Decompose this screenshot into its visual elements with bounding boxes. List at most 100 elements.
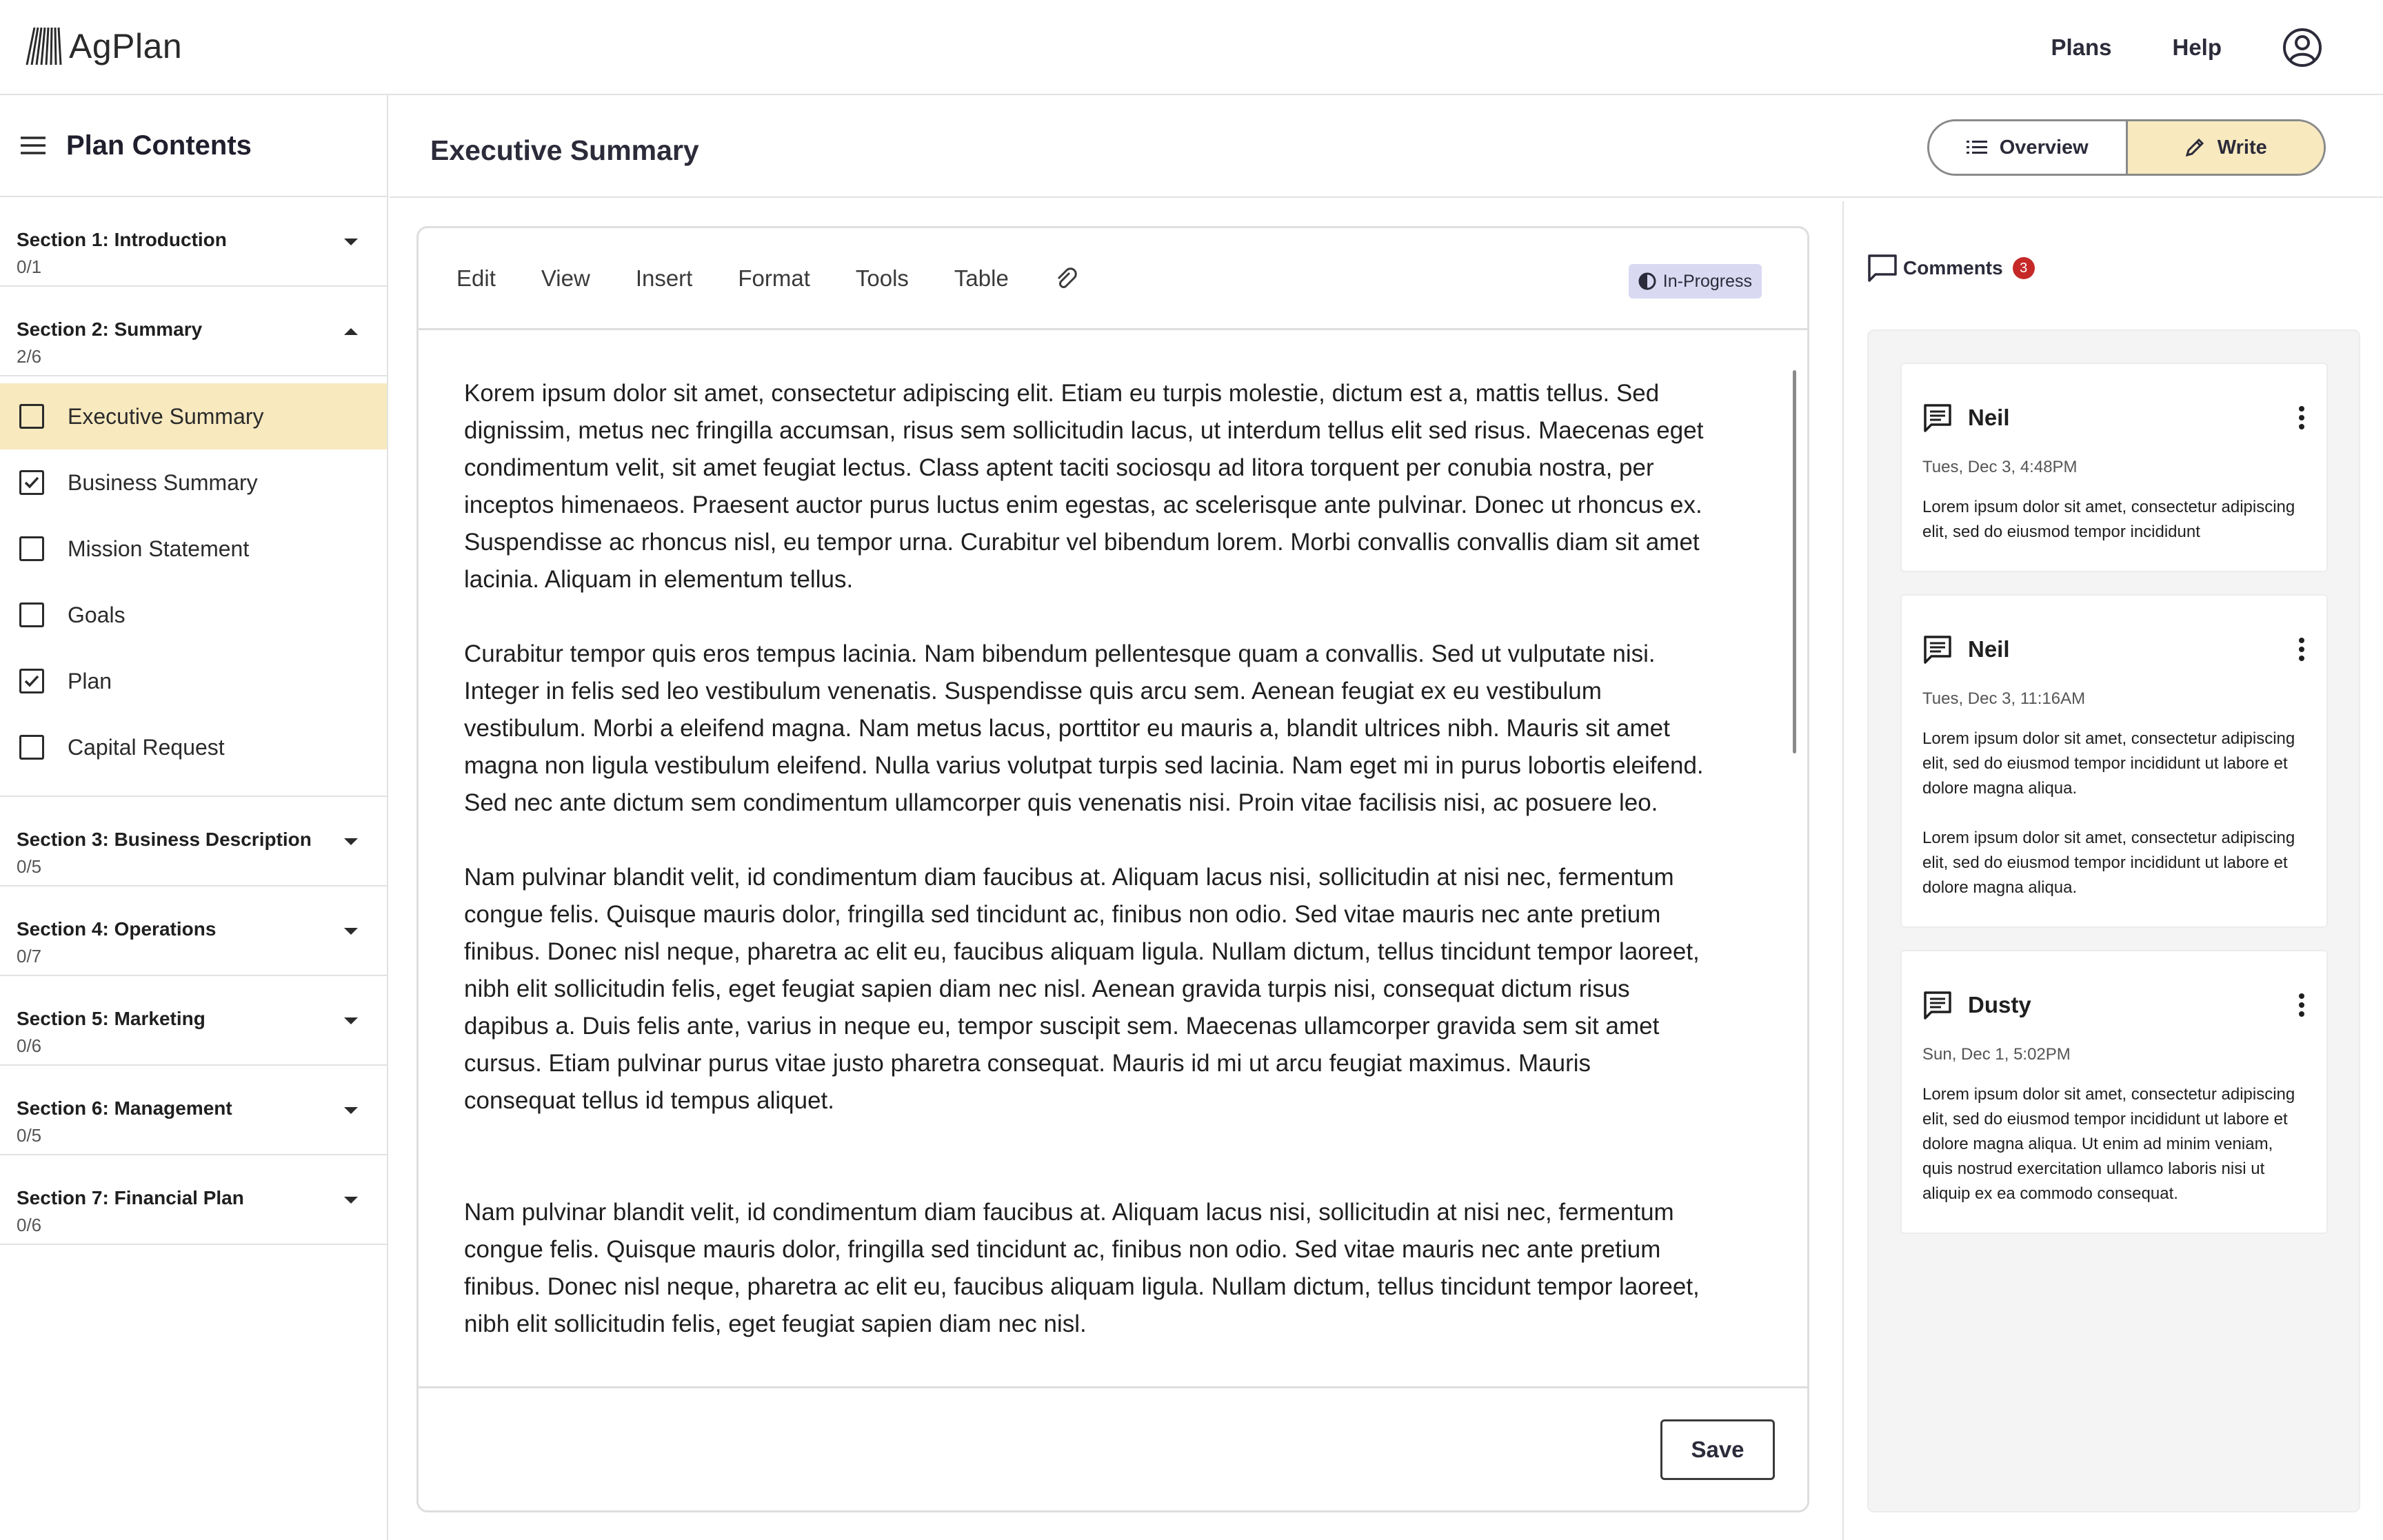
- section-financial-plan[interactable]: Section 7: Financial Plan 0/6: [0, 1155, 387, 1245]
- nav-plans-link[interactable]: Plans: [2051, 34, 2111, 61]
- caret-down-icon[interactable]: [343, 237, 359, 247]
- section-progress: 2/6: [17, 346, 42, 367]
- subitem-label: Executive Summary: [68, 403, 264, 429]
- comment-timestamp: Tues, Dec 3, 4:48PM: [1922, 458, 2078, 476]
- caret-down-icon[interactable]: [343, 1016, 359, 1026]
- editor-paragraph: Korem ipsum dolor sit amet, consectetur …: [464, 380, 1704, 593]
- editor-paragraph: Curabitur tempor quis eros tempus lacini…: [464, 640, 1704, 816]
- half-circle-icon: [1638, 272, 1656, 290]
- comment-author: Neil: [1968, 405, 2010, 430]
- app-logo[interactable]: AgPlan: [25, 26, 182, 66]
- nav-help-link[interactable]: Help: [2172, 34, 2222, 61]
- comment-author: Neil: [1968, 636, 2010, 662]
- caret-down-icon[interactable]: [343, 1106, 359, 1115]
- comment-text: Lorem ipsum dolor sit amet, consectetur …: [1922, 829, 2295, 897]
- comment-text: Lorem ipsum dolor sit amet, consectetur …: [1922, 729, 2295, 798]
- section-management[interactable]: Section 6: Management 0/5: [0, 1066, 387, 1155]
- top-nav: Plans Help: [2051, 0, 2383, 95]
- editor-footer: Save: [419, 1386, 1807, 1510]
- section-title: Section 3: Business Description: [17, 829, 312, 850]
- subitem-label: Capital Request: [68, 734, 225, 760]
- editor-paragraph: Nam pulvinar blandit velit, id condiment…: [464, 1199, 1700, 1337]
- menu-edit[interactable]: Edit: [456, 265, 496, 292]
- sidebar-header: Plan Contents: [0, 95, 387, 197]
- menu-insert[interactable]: Insert: [636, 265, 693, 292]
- checkbox-unchecked[interactable]: [19, 602, 44, 627]
- save-button[interactable]: Save: [1660, 1419, 1775, 1480]
- comment-card[interactable]: Neil Tues, Dec 3, 4:48PM Lorem ipsum dol…: [1900, 363, 2328, 572]
- checkbox-unchecked[interactable]: [19, 536, 44, 561]
- section-business-description[interactable]: Section 3: Business Description 0/5: [0, 797, 387, 886]
- section-introduction[interactable]: Section 1: Introduction 0/1: [0, 197, 387, 287]
- section-progress: 0/1: [17, 256, 42, 277]
- summary-subitems: Executive Summary Business Summary Missi…: [0, 376, 387, 797]
- caret-up-icon[interactable]: [343, 327, 359, 336]
- section-title: Section 1: Introduction: [17, 229, 227, 250]
- section-title: Section 2: Summary: [17, 318, 203, 340]
- comment-card[interactable]: Neil Tues, Dec 3, 11:16AM Lorem ipsum do…: [1900, 594, 2328, 928]
- editor-panel: Edit View Insert Format Tools Table In-P…: [416, 226, 1809, 1512]
- section-marketing[interactable]: Section 5: Marketing 0/6: [0, 976, 387, 1066]
- editor-text-area[interactable]: Korem ipsum dolor sit amet, consectetur …: [419, 332, 1807, 1390]
- section-summary[interactable]: Section 2: Summary 2/6: [0, 287, 387, 376]
- more-vertical-icon[interactable]: [2297, 405, 2306, 430]
- editor-scrollbar[interactable]: [1793, 370, 1796, 753]
- agplan-logo-icon: [26, 27, 62, 65]
- menu-format[interactable]: Format: [738, 265, 810, 292]
- more-vertical-icon[interactable]: [2297, 637, 2306, 662]
- status-label: In-Progress: [1662, 271, 1752, 291]
- user-circle-icon[interactable]: [2282, 28, 2322, 68]
- section-title: Section 4: Operations: [17, 918, 217, 940]
- subitem-label: Goals: [68, 602, 125, 627]
- caret-down-icon[interactable]: [343, 926, 359, 936]
- paperclip-icon[interactable]: [1054, 267, 1078, 290]
- checkbox-unchecked[interactable]: [19, 404, 44, 429]
- checkbox-unchecked[interactable]: [19, 735, 44, 760]
- header-divider: [390, 196, 2383, 198]
- write-label: Write: [2217, 136, 2267, 159]
- section-title: Section 7: Financial Plan: [17, 1187, 244, 1208]
- comment-timestamp: Tues, Dec 3, 11:16AM: [1922, 689, 2086, 708]
- menu-view[interactable]: View: [541, 265, 590, 292]
- write-toggle-button[interactable]: Write: [2125, 121, 2324, 174]
- comments-panel: Neil Tues, Dec 3, 4:48PM Lorem ipsum dol…: [1867, 330, 2360, 1512]
- editor-paragraph: Nam pulvinar blandit velit, id condiment…: [464, 864, 1700, 1114]
- more-vertical-icon[interactable]: [2297, 993, 2306, 1017]
- comments-title: Comments: [1903, 257, 2003, 278]
- section-progress: 0/6: [17, 1215, 42, 1235]
- section-operations[interactable]: Section 4: Operations 0/7: [0, 886, 387, 976]
- menu-tools[interactable]: Tools: [856, 265, 909, 292]
- section-progress: 0/7: [17, 946, 42, 966]
- hamburger-icon[interactable]: [19, 135, 47, 156]
- comment-timestamp: Sun, Dec 1, 5:02PM: [1922, 1045, 2071, 1064]
- top-bar: AgPlan Plans Help: [0, 0, 2383, 95]
- page-title: Executive Summary: [430, 134, 699, 166]
- section-progress: 0/5: [17, 856, 42, 877]
- app-name: AgPlan: [69, 27, 183, 65]
- caret-down-icon[interactable]: [343, 1195, 359, 1205]
- menu-table[interactable]: Table: [954, 265, 1009, 292]
- checkmark-icon: [24, 476, 39, 489]
- checkbox-checked[interactable]: [19, 669, 44, 693]
- subitem-business-summary[interactable]: Business Summary: [0, 449, 387, 516]
- comment-outline-icon: [1868, 254, 1897, 282]
- checkbox-checked[interactable]: [19, 470, 44, 495]
- subitem-label: Mission Statement: [68, 536, 250, 561]
- subitem-goals[interactable]: Goals: [0, 582, 387, 648]
- overview-label: Overview: [1999, 136, 2089, 159]
- status-badge: In-Progress: [1628, 264, 1762, 298]
- subitem-mission-statement[interactable]: Mission Statement: [0, 516, 387, 582]
- subitem-plan[interactable]: Plan: [0, 648, 387, 714]
- list-icon: [1966, 141, 1987, 154]
- comments-header: Comments 3: [1867, 254, 2035, 283]
- subitem-capital-request[interactable]: Capital Request: [0, 714, 387, 780]
- subitem-label: Business Summary: [68, 469, 258, 495]
- section-progress: 0/5: [17, 1125, 42, 1146]
- comments-divider: [1842, 201, 1844, 1540]
- comments-count-badge: 3: [2012, 257, 2035, 279]
- section-title: Section 5: Marketing: [17, 1008, 205, 1029]
- comment-card[interactable]: Dusty Sun, Dec 1, 5:02PM Lorem ipsum dol…: [1900, 950, 2328, 1234]
- caret-down-icon[interactable]: [343, 837, 359, 847]
- overview-toggle-button[interactable]: Overview: [1929, 121, 2126, 174]
- subitem-executive-summary[interactable]: Executive Summary: [0, 383, 387, 449]
